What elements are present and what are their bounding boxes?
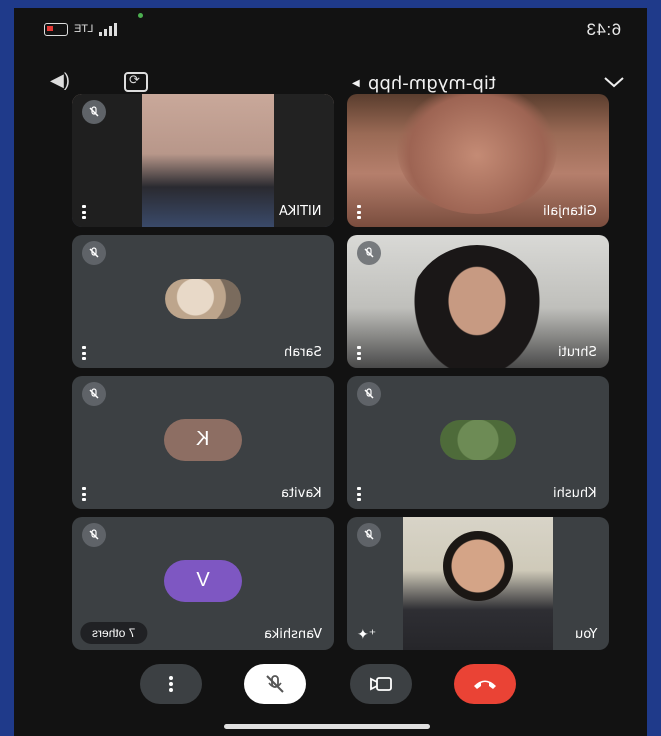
avatar-letter: V — [164, 559, 242, 602]
phone-screen: LTE 6:43 ◀) ◀ tip-mygm-hpp NITI — [14, 8, 647, 736]
avatar-letter: K — [164, 418, 242, 461]
mic-off-icon — [357, 523, 381, 547]
participant-tile-you[interactable]: ✦⁺ You — [347, 517, 609, 650]
camera-toggle-button[interactable] — [350, 664, 412, 704]
participant-name: Vanshika — [264, 627, 322, 642]
status-indicator-dot — [138, 13, 143, 18]
more-vertical-icon[interactable] — [82, 346, 86, 360]
meeting-code: tip-mygm-hpp — [367, 73, 496, 94]
participant-tile-vanshika[interactable]: V 7 others Vanshika — [72, 517, 334, 650]
signal-group: LTE — [44, 22, 118, 36]
others-count-badge[interactable]: 7 others — [80, 622, 148, 644]
effects-icon[interactable]: ✦⁺ — [357, 626, 379, 642]
screenshot-frame: LTE 6:43 ◀) ◀ tip-mygm-hpp NITI — [0, 0, 661, 736]
participant-name: Kavita — [281, 486, 322, 501]
participant-name: Shruti — [558, 345, 597, 360]
self-face — [443, 531, 513, 601]
network-type: LTE — [74, 23, 94, 35]
clock: 6:43 — [586, 20, 621, 40]
more-vertical-icon[interactable] — [357, 205, 361, 219]
camera-icon — [370, 677, 392, 691]
status-bar: LTE 6:43 — [14, 8, 647, 52]
participant-tile-gitanjali[interactable]: Gitanjali — [347, 94, 609, 227]
mic-off-icon — [82, 241, 106, 265]
mic-off-icon — [357, 382, 381, 406]
battery-icon — [44, 22, 68, 36]
participant-tile-sarah[interactable]: Sarah — [72, 235, 334, 368]
meeting-code-button[interactable]: ◀ tip-mygm-hpp — [352, 73, 496, 94]
self-video-feed — [403, 517, 553, 650]
participant-tile-khushi[interactable]: Khushi — [347, 376, 609, 509]
end-call-button[interactable] — [454, 664, 516, 704]
more-options-button[interactable] — [140, 664, 202, 704]
caret-icon: ◀ — [352, 78, 360, 89]
mic-off-icon — [82, 382, 106, 406]
more-vertical-icon[interactable] — [357, 487, 361, 501]
participant-name: Sarah — [284, 345, 322, 360]
avatar — [440, 419, 516, 460]
participant-name: Khushi — [553, 486, 597, 501]
speaker-icon[interactable]: ◀) — [50, 70, 70, 91]
mic-off-icon — [82, 100, 106, 124]
video-feed — [397, 94, 557, 214]
more-vertical-icon[interactable] — [357, 346, 361, 360]
home-indicator[interactable] — [224, 724, 430, 729]
participant-name: NITIKA — [279, 204, 322, 219]
participant-tile-shruti[interactable]: Shruti — [347, 235, 609, 368]
mic-off-icon — [266, 675, 284, 693]
video-feed — [407, 245, 547, 368]
participant-tile-kavita[interactable]: K Kavita — [72, 376, 334, 509]
mic-off-icon — [357, 241, 381, 265]
avatar-letter-text: V — [196, 569, 210, 592]
mic-toggle-button[interactable] — [244, 664, 306, 704]
participant-name: You — [574, 627, 597, 642]
more-vertical-icon[interactable] — [82, 205, 86, 219]
participant-tile-nitika[interactable]: NITIKA — [72, 94, 334, 227]
clock-text: 6:43 — [585, 20, 621, 39]
participant-name: Gitanjali — [543, 204, 597, 219]
avatar — [165, 278, 241, 319]
chevron-down-icon[interactable] — [603, 74, 625, 90]
switch-camera-icon[interactable] — [124, 72, 148, 92]
avatar-letter-text: K — [196, 428, 210, 451]
signal-icon — [99, 22, 118, 36]
more-vertical-icon[interactable] — [82, 487, 86, 501]
mic-off-icon — [82, 523, 106, 547]
call-controls — [14, 664, 647, 712]
end-call-icon — [474, 680, 496, 689]
more-vertical-icon — [169, 676, 173, 692]
